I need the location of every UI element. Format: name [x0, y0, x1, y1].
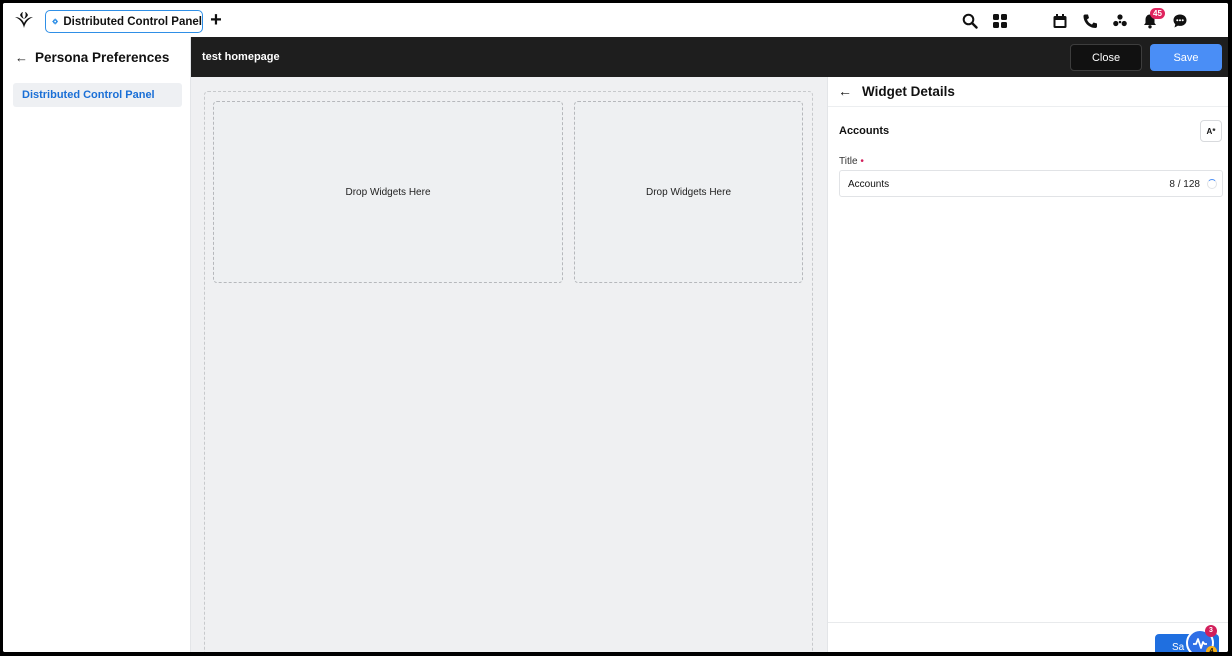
widget-details-panel: ← Widget Details Accounts A* Title • Acc…	[827, 77, 1228, 652]
tab-label: Distributed Control Panel	[63, 15, 202, 28]
brand-logo-icon[interactable]	[14, 11, 34, 29]
top-bar: Distributed Control Panel + 45	[3, 3, 1228, 37]
activity-secondary-badge: 4	[1206, 646, 1217, 652]
persona-sidebar: ← Persona Preferences Distributed Contro…	[3, 37, 191, 652]
editor-header: test homepage Close Save	[191, 37, 1228, 77]
calendar-icon[interactable]	[1051, 12, 1069, 30]
gear-icon	[52, 18, 59, 25]
drop-zone-label: Drop Widgets Here	[345, 186, 431, 198]
close-button[interactable]: Close	[1070, 44, 1142, 71]
add-tab-button[interactable]: +	[208, 10, 224, 30]
sidebar-title: Persona Preferences	[35, 50, 170, 65]
drop-zone-right[interactable]: Drop Widgets Here	[574, 101, 803, 283]
section-title: Accounts	[839, 125, 890, 137]
back-arrow-icon[interactable]: ←	[838, 83, 852, 99]
apps-grid-icon[interactable]	[991, 12, 1009, 30]
layout-row: Drop Widgets Here Drop Widgets Here	[204, 91, 813, 652]
page-title: test homepage	[202, 51, 280, 63]
drop-zone-left[interactable]: Drop Widgets Here	[213, 101, 563, 283]
save-button[interactable]: Save	[1150, 44, 1222, 71]
footer-divider	[828, 622, 1228, 623]
search-icon[interactable]	[961, 12, 979, 30]
back-arrow-icon[interactable]: ←	[15, 50, 28, 65]
loading-spinner-icon	[1207, 179, 1217, 189]
title-field-label: Title •	[839, 156, 864, 167]
panel-title: Widget Details	[862, 84, 955, 99]
panel-header: ← Widget Details	[828, 77, 1228, 107]
chat-icon[interactable]	[1171, 12, 1189, 30]
activity-badge: 3	[1205, 625, 1217, 637]
community-icon[interactable]	[1111, 12, 1129, 30]
title-input[interactable]: Accounts 8 / 128	[839, 170, 1223, 197]
drop-zone-label: Drop Widgets Here	[645, 186, 732, 198]
tab-distributed-control-panel[interactable]: Distributed Control Panel	[45, 10, 203, 33]
sidebar-header: ← Persona Preferences	[15, 50, 169, 65]
title-input-value[interactable]: Accounts	[848, 179, 889, 190]
translate-icon[interactable]: A*	[1200, 120, 1222, 142]
char-counter: 8 / 128	[1169, 179, 1200, 190]
sidebar-item-distributed-control-panel[interactable]: Distributed Control Panel	[13, 83, 182, 107]
notification-badge: 45	[1150, 8, 1165, 19]
required-indicator: •	[860, 156, 864, 167]
phone-icon[interactable]	[1081, 12, 1099, 30]
field-label-text: Title	[839, 156, 858, 167]
app-window: Distributed Control Panel + 45 ← Persona	[3, 3, 1228, 652]
layout-canvas: Drop Widgets Here Drop Widgets Here	[191, 77, 827, 652]
